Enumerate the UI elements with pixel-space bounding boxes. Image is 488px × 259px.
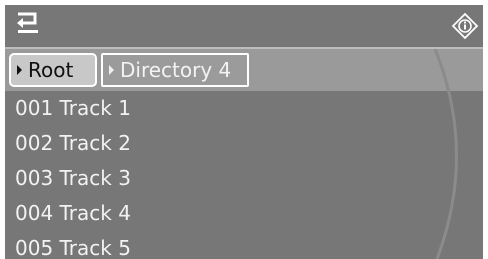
breadcrumb-current-label: Directory 4 <box>120 58 232 82</box>
breadcrumb-root[interactable]: Root <box>9 53 97 87</box>
breadcrumb-current-directory[interactable]: Directory 4 <box>101 53 249 87</box>
top-bar <box>5 5 483 47</box>
info-icon <box>451 12 479 40</box>
track-label: 005 Track 5 <box>15 236 131 259</box>
breadcrumb-root-label: Root <box>28 58 74 82</box>
chevron-right-icon <box>17 65 22 75</box>
breadcrumb: Root Directory 4 <box>5 49 483 91</box>
track-row[interactable]: 001 Track 1 <box>5 91 483 125</box>
track-row[interactable]: 002 Track 2 <box>5 126 483 160</box>
track-label: 004 Track 4 <box>15 201 131 225</box>
info-button[interactable] <box>451 12 479 40</box>
track-row[interactable]: 005 Track 5 <box>5 231 483 259</box>
track-label: 003 Track 3 <box>15 166 131 190</box>
track-row[interactable]: 004 Track 4 <box>5 196 483 230</box>
track-row[interactable]: 003 Track 3 <box>5 161 483 195</box>
back-arrow-icon <box>17 12 38 33</box>
track-label: 001 Track 1 <box>15 96 131 120</box>
track-list: 001 Track 1 002 Track 2 003 Track 3 004 … <box>5 91 483 259</box>
chevron-right-icon <box>109 65 114 75</box>
track-label: 002 Track 2 <box>15 131 131 155</box>
media-browser-screen: Root Directory 4 001 Track 1 002 Track 2… <box>5 5 483 259</box>
back-button[interactable] <box>15 11 41 37</box>
